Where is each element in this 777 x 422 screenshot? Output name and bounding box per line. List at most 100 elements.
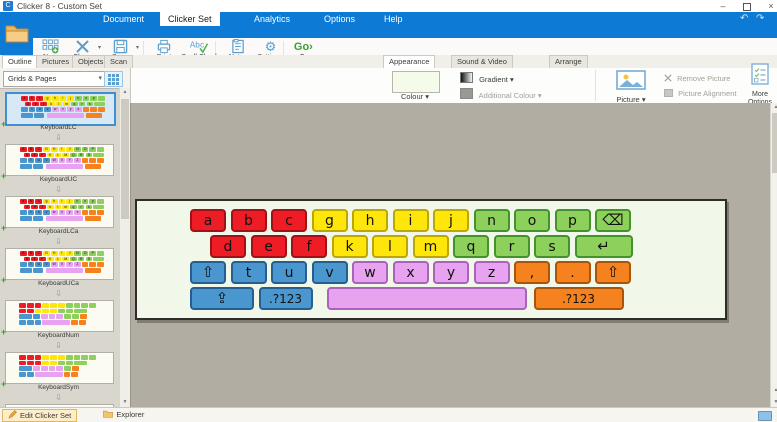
scroll-up-icon[interactable]: ▲: [120, 88, 130, 97]
scroll-down-icon[interactable]: ▼: [771, 398, 777, 407]
mini-key: [41, 366, 48, 371]
key-l[interactable]: l: [372, 235, 408, 258]
key-space[interactable]: [327, 287, 527, 310]
grid-thumbnail-keyboardnum[interactable]: [5, 300, 114, 332]
maximize-button[interactable]: [736, 0, 758, 12]
key-t[interactable]: t: [231, 261, 267, 284]
key-u[interactable]: u: [271, 261, 307, 284]
panel-tab-appearance[interactable]: Appearance: [383, 55, 435, 68]
key-z[interactable]: z: [474, 261, 510, 284]
gradient-dropdown[interactable]: Gradient ▾: [460, 72, 514, 84]
key-w[interactable]: w: [352, 261, 388, 284]
key-n[interactable]: n: [474, 209, 510, 232]
menu-tab-help[interactable]: Help: [376, 12, 411, 26]
key-x[interactable]: x: [393, 261, 429, 284]
mini-key: [74, 303, 81, 308]
key-b[interactable]: b: [231, 209, 267, 232]
key-shift-left[interactable]: ⇧: [190, 261, 226, 284]
key-e[interactable]: e: [251, 235, 287, 258]
key-symbols-right[interactable]: .?123: [534, 287, 624, 310]
display-icon[interactable]: [758, 411, 772, 421]
mini-key: [19, 320, 26, 325]
key-m[interactable]: m: [413, 235, 449, 258]
chevron-down-icon: ▾: [510, 75, 514, 84]
mini-key: [27, 303, 34, 308]
grid-thumbnail-keyboardsym[interactable]: [5, 352, 114, 384]
mini-key: [34, 113, 44, 118]
menu-tab-document[interactable]: Document: [95, 12, 152, 26]
panel-tab-sound-video[interactable]: Sound & Video: [451, 55, 513, 68]
grid-thumbnail-keyboarduc[interactable]: ABCGHIJNOPDEFKLMQRSTUVWXYZ: [5, 144, 114, 176]
grid-view-button[interactable]: [104, 71, 123, 87]
key-caps-lock[interactable]: ⇪: [190, 287, 254, 310]
mini-key: [89, 210, 96, 215]
key-period[interactable]: .: [555, 261, 591, 284]
additional-colour-dropdown[interactable]: Additional Colour ▾: [460, 88, 542, 100]
file-menu-button[interactable]: [0, 12, 33, 55]
sidebar-tab-pictures[interactable]: Pictures: [36, 55, 75, 68]
undo-icon[interactable]: ↶: [740, 13, 748, 24]
key-r[interactable]: r: [494, 235, 530, 258]
scroll-down-icon[interactable]: ▼: [120, 398, 130, 407]
key-d[interactable]: d: [210, 235, 246, 258]
key-backspace[interactable]: ⌫: [595, 209, 631, 232]
key-g[interactable]: g: [312, 209, 348, 232]
view-selector-dropdown[interactable]: Grids & Pages ▾: [3, 71, 106, 87]
scrollbar-thumb[interactable]: [772, 113, 777, 173]
mini-key: P: [89, 147, 96, 152]
key-i[interactable]: i: [393, 209, 429, 232]
mini-key: f: [39, 205, 46, 210]
key-label: ⇪: [216, 291, 229, 306]
key-k[interactable]: k: [332, 235, 368, 258]
colour-dropdown[interactable]: Colour ▾: [388, 92, 442, 101]
key-s[interactable]: s: [534, 235, 570, 258]
mini-key: b: [29, 96, 36, 101]
key-f[interactable]: f: [291, 235, 327, 258]
mini-key: u: [35, 210, 42, 215]
status-tab-edit-clicker-set[interactable]: Edit Clicker Set: [2, 409, 77, 422]
mini-key: D: [24, 153, 31, 158]
key-label: b: [244, 213, 253, 229]
key-j[interactable]: j: [433, 209, 469, 232]
mini-key: [46, 164, 83, 169]
key-c[interactable]: c: [271, 209, 307, 232]
more-options-button[interactable]: More Options: [745, 62, 775, 107]
key-q[interactable]: q: [453, 235, 489, 258]
grid-thumbnail-keyboarduca[interactable]: ABCGHIJNOPDEFKLMQRSTUVWXYZ: [5, 248, 114, 280]
key-shift-right[interactable]: ⇧: [595, 261, 631, 284]
chevron-down-icon[interactable]: ▾: [98, 44, 101, 51]
key-a[interactable]: a: [190, 209, 226, 232]
colour-swatch[interactable]: [392, 71, 440, 93]
key-o[interactable]: o: [514, 209, 550, 232]
menu-tab-analytics[interactable]: Analytics: [246, 12, 298, 26]
mini-key: [42, 303, 49, 308]
picture-dropdown[interactable]: Picture ▾: [608, 70, 654, 104]
panel-tab-arrange[interactable]: Arrange: [549, 55, 588, 68]
key-enter[interactable]: ↵: [575, 235, 633, 258]
redo-icon[interactable]: ↷: [756, 13, 764, 24]
grid-thumbnail-keyboardlc[interactable]: abcghijnopdefklmqrstuvwxyz: [5, 92, 116, 126]
menu-tab-clicker-set[interactable]: Clicker Set: [160, 12, 220, 26]
key-h[interactable]: h: [352, 209, 388, 232]
scroll-up-icon[interactable]: ▲: [771, 103, 777, 112]
sidebar-scrollbar[interactable]: ▲ ▼: [119, 88, 130, 407]
menu-tab-options[interactable]: Options: [316, 12, 363, 26]
mini-key: e: [31, 205, 38, 210]
key-comma[interactable]: ,: [514, 261, 550, 284]
scroll-up-icon[interactable]: ▲: [771, 386, 777, 395]
key-v[interactable]: v: [312, 261, 348, 284]
sidebar-tab-scan[interactable]: Scan: [104, 55, 133, 68]
scrollbar-thumb[interactable]: [121, 99, 129, 219]
sidebar-tab-outline[interactable]: Outline: [2, 55, 38, 68]
go-icon: Go›: [289, 39, 319, 54]
grid-thumbnail-keyboardlca[interactable]: abcghijnopdefklmqrstuvwxyz: [5, 196, 114, 228]
key-p[interactable]: p: [555, 209, 591, 232]
canvas-scrollbar[interactable]: ▲ ▲ ▼: [770, 103, 777, 407]
chevron-down-icon[interactable]: ▾: [136, 44, 139, 51]
status-tab-explorer[interactable]: Explorer: [98, 409, 149, 420]
mini-key: H: [51, 147, 58, 152]
minimize-button[interactable]: –: [712, 0, 734, 12]
key-symbols-left[interactable]: .?123: [259, 287, 313, 310]
key-y[interactable]: y: [433, 261, 469, 284]
close-window-button[interactable]: ×: [760, 0, 777, 12]
